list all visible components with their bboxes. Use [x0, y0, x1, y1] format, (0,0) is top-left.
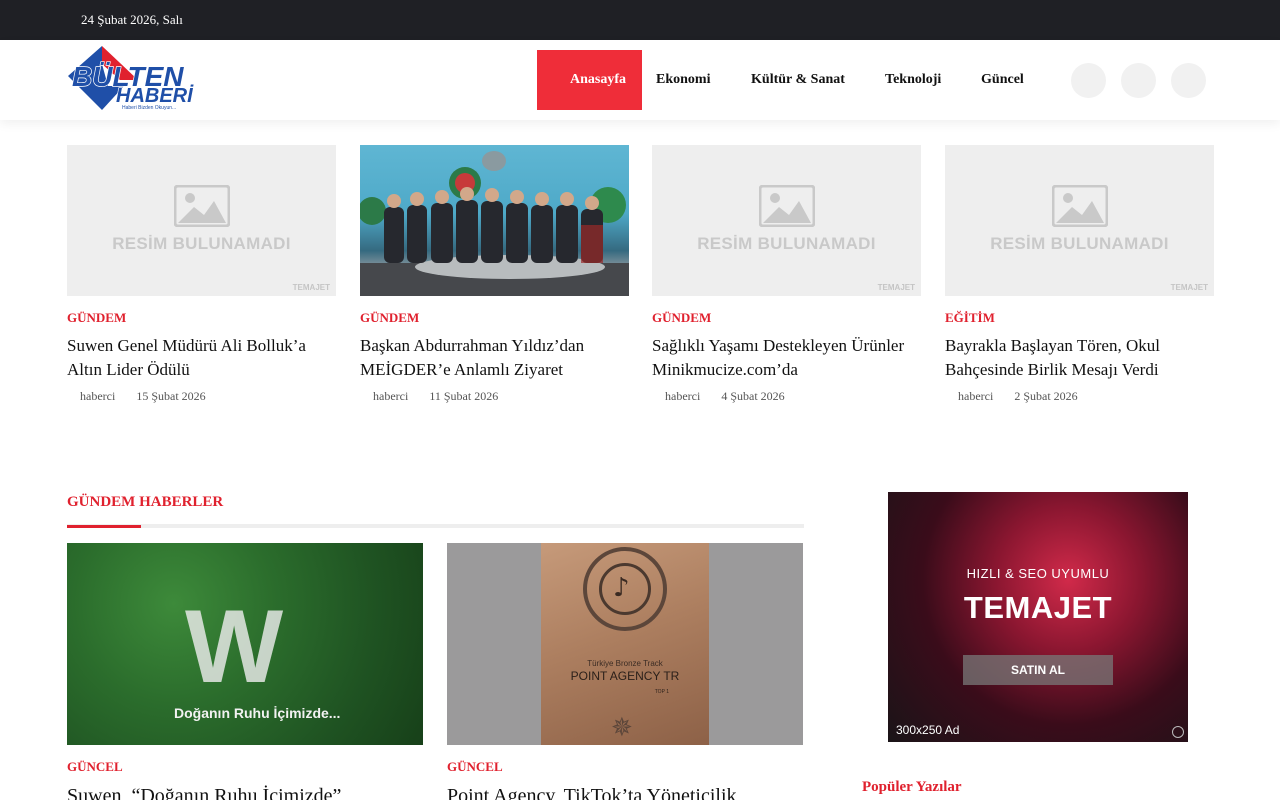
article-card[interactable]: RESİM BULUNAMADI TEMAJET EĞİTİM Bayrakla…	[945, 145, 1214, 404]
w-logo-graphic: W	[185, 589, 284, 705]
group-photo-image	[360, 151, 629, 296]
article-category[interactable]: GÜNDEM	[360, 310, 629, 326]
placeholder-text: RESİM BULUNAMADI	[697, 234, 876, 253]
ad-buy-button[interactable]: SATIN AL	[963, 655, 1113, 685]
site-header: BÜLTEN HABERİ Haberi Bizden Okuyun... An…	[0, 40, 1280, 120]
logo-graphic: BÜLTEN HABERİ Haberi Bizden Okuyun...	[68, 46, 195, 111]
advertisement-banner[interactable]: HIZLI & SEO UYUMLU TEMAJET SATIN AL 300x…	[888, 492, 1188, 742]
article-author[interactable]: haberci	[665, 389, 700, 404]
plaque-text-line1: Türkiye Bronze Track	[587, 659, 663, 668]
ad-mark-icon	[1172, 726, 1184, 738]
section-divider	[67, 524, 804, 528]
placeholder-brand: TEMAJET	[1170, 283, 1208, 292]
featured-image-forest[interactable]: W Doğanın Ruhu İçimizde...	[67, 543, 423, 745]
popular-posts-title: Popüler Yazılar	[862, 779, 962, 795]
article-author[interactable]: haberci	[958, 389, 993, 404]
article-card[interactable]: GÜNDEM Başkan Abdurrahman Yıldız’dan MEİ…	[360, 145, 629, 404]
article-meta: haberci 4 Şubat 2026	[652, 389, 921, 404]
placeholder-brand: TEMAJET	[877, 283, 915, 292]
featured-image-plaque[interactable]: ♪ Türkiye Bronze Track POINT AGENCY TR T…	[447, 543, 803, 745]
article-category[interactable]: GÜNCEL	[67, 759, 423, 775]
article-date: 15 Şubat 2026	[136, 389, 206, 403]
current-date: 24 Şubat 2026, Salı	[81, 12, 183, 27]
image-placeholder-icon	[174, 185, 230, 227]
star-emblem-icon: ✵	[611, 713, 633, 742]
article-meta: haberci 15 Şubat 2026	[67, 389, 336, 404]
article-author[interactable]: haberci	[373, 389, 408, 404]
nav-item-teknoloji[interactable]: Teknoloji	[885, 50, 981, 110]
nav-item-anasayfa[interactable]: Anasayfa	[537, 50, 643, 110]
section-title: GÜNDEM HABERLER	[67, 494, 224, 510]
nav-item-kultur-sanat[interactable]: Kültür & Sanat	[751, 50, 885, 110]
article-card[interactable]: RESİM BULUNAMADI TEMAJET GÜNDEM Sağlıklı…	[652, 145, 921, 404]
article-title[interactable]: Suwen Genel Müdürü Ali Bolluk’a Altın Li…	[67, 334, 336, 382]
article-date: 11 Şubat 2026	[429, 389, 499, 403]
section-divider-accent	[67, 525, 141, 528]
plaque-text-line3: TOP 1	[654, 689, 669, 695]
article-title[interactable]: Bayrakla Başlayan Tören, Okul Bahçesinde…	[945, 334, 1213, 382]
nav-item-guncel[interactable]: Güncel	[981, 50, 1041, 110]
article-title[interactable]: Suwen, “Doğanın Ruhu İçimizde”	[67, 783, 423, 800]
article-title[interactable]: Point Agency, TikTok’ta Yöneticilik	[447, 783, 804, 800]
search-icon[interactable]	[1071, 63, 1106, 98]
article-date: 4 Şubat 2026	[721, 389, 785, 403]
placeholder-brand: TEMAJET	[292, 283, 330, 292]
logo-sub-text: HABERİ	[116, 84, 194, 107]
article-title[interactable]: Başkan Abdurrahman Yıldız’dan MEİGDER’e …	[360, 334, 629, 382]
ad-size-label: 300x250 Ad	[896, 723, 960, 737]
tiktok-icon: ♪	[613, 573, 630, 603]
nav-item-ekonomi[interactable]: Ekonomi	[642, 50, 751, 110]
plaque-text-line2: POINT AGENCY TR	[570, 669, 680, 683]
image-placeholder-icon	[1052, 185, 1108, 227]
article-author[interactable]: haberci	[80, 389, 115, 404]
image-caption: Doğanın Ruhu İçimizde...	[174, 705, 341, 721]
user-icon[interactable]	[1121, 63, 1156, 98]
article-category[interactable]: GÜNDEM	[67, 310, 336, 326]
featured-article[interactable]: W Doğanın Ruhu İçimizde... GÜNCEL Suwen,…	[67, 543, 423, 800]
article-meta: haberci 11 Şubat 2026	[360, 389, 629, 404]
article-category[interactable]: GÜNCEL	[447, 759, 804, 775]
logo-tagline: Haberi Bizden Okuyun...	[122, 105, 176, 111]
article-date: 2 Şubat 2026	[1014, 389, 1078, 403]
placeholder-text: RESİM BULUNAMADI	[112, 234, 291, 253]
article-image-placeholder[interactable]: RESİM BULUNAMADI TEMAJET	[652, 145, 921, 296]
ad-tagline: HIZLI & SEO UYUMLU	[966, 566, 1110, 581]
ad-brand: TEMAJET	[963, 590, 1113, 625]
featured-article[interactable]: ♪ Türkiye Bronze Track POINT AGENCY TR T…	[447, 543, 804, 800]
placeholder-text: RESİM BULUNAMADI	[990, 234, 1169, 253]
award-plaque: ♪ Türkiye Bronze Track POINT AGENCY TR T…	[541, 543, 709, 745]
site-logo[interactable]: BÜLTEN HABERİ Haberi Bizden Okuyun...	[68, 46, 218, 112]
article-meta: haberci 2 Şubat 2026	[945, 389, 1213, 404]
top-bar: 24 Şubat 2026, Salı	[0, 0, 1280, 40]
article-title[interactable]: Sağlıklı Yaşamı Destekleyen Ürünler Mini…	[652, 334, 921, 382]
image-placeholder-icon	[759, 185, 815, 227]
article-image-group-photo[interactable]	[360, 145, 629, 296]
main-nav: Anasayfa Ekonomi Kültür & Sanat Teknoloj…	[537, 50, 1041, 110]
article-image-placeholder[interactable]: RESİM BULUNAMADI TEMAJET	[945, 145, 1214, 296]
article-image-placeholder[interactable]: RESİM BULUNAMADI TEMAJET	[67, 145, 336, 296]
article-category[interactable]: EĞİTİM	[945, 310, 1213, 326]
article-card[interactable]: RESİM BULUNAMADI TEMAJET GÜNDEM Suwen Ge…	[67, 145, 336, 404]
menu-icon[interactable]	[1171, 63, 1206, 98]
article-category[interactable]: GÜNDEM	[652, 310, 921, 326]
